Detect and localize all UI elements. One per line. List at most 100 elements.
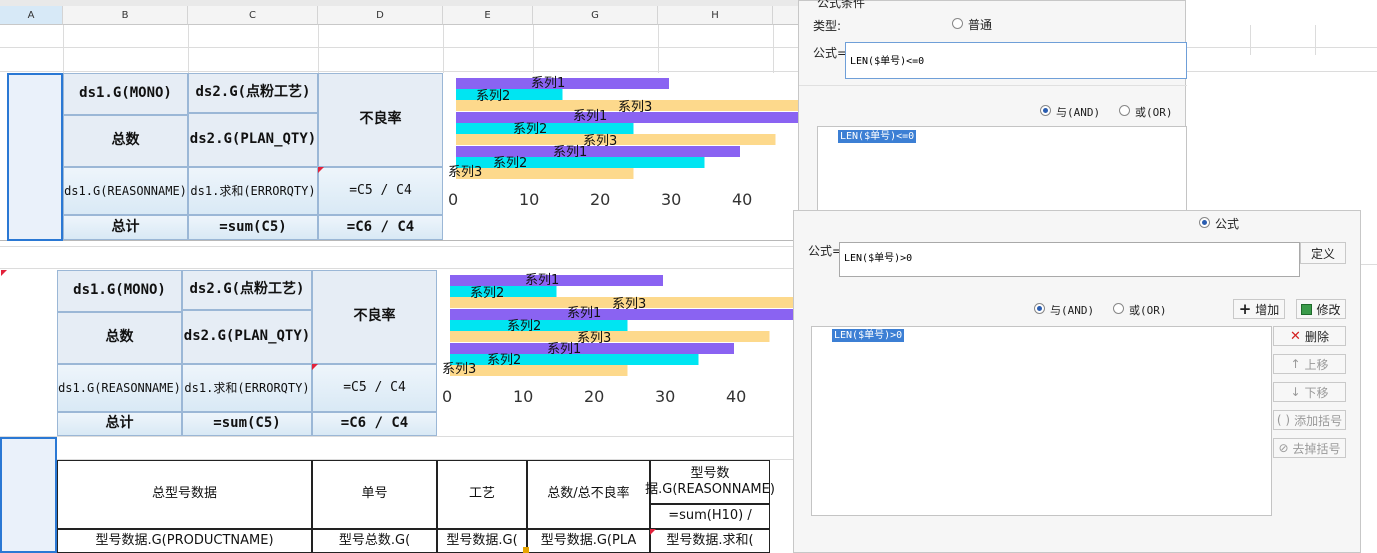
column-header-b[interactable]: B [63, 6, 188, 25]
cell-b-total[interactable]: 总数 [57, 312, 182, 364]
modify-button[interactable]: 修改 [1296, 299, 1346, 319]
selected-cell-a-top[interactable] [7, 73, 63, 241]
plus-icon: + [1238, 300, 1252, 318]
cell-c-errorqty[interactable]: ds1.求和(ERRORQTY) [182, 364, 312, 412]
cell-c-planqty[interactable]: ds2.G(PLAN_QTY) [182, 310, 312, 364]
cell-c-process[interactable]: ds2.G(点粉工艺) [188, 73, 318, 113]
cell-model-process[interactable]: 型号数据.G( [437, 529, 527, 553]
formula-input[interactable]: LEN($单号)>0 [839, 242, 1300, 277]
cell-d-total-rate[interactable]: =C6 / C4 [312, 412, 437, 436]
condition-list-item[interactable]: LEN($单号)>0 [832, 329, 905, 342]
x-tick-label: 20 [590, 190, 610, 209]
add-button[interactable]: + 增加 [1233, 299, 1285, 319]
grid-line [773, 25, 774, 73]
remove-bracket-button[interactable]: ⊘ 去掉括号 [1273, 438, 1346, 458]
cell-process-header[interactable]: 工艺 [437, 460, 527, 529]
column-header-e[interactable]: E [443, 6, 533, 25]
bar-chart-middle[interactable]: 系列1系列2系列3系列1系列2系列3系列1系列2系列30 10 20 30 40 [437, 270, 800, 415]
cell-c-errorqty[interactable]: ds1.求和(ERRORQTY) [188, 167, 318, 215]
grid-line [0, 246, 800, 247]
series-label-1-3: 系列1 [553, 145, 587, 160]
radio-normal[interactable] [952, 18, 963, 29]
selected-cell-a-bottom[interactable] [0, 437, 57, 553]
condition-list-item[interactable]: LEN($单号)<=0 [838, 130, 917, 143]
move-up-button[interactable]: ↑ 上移 [1273, 354, 1346, 374]
formula-condition-dialog-2[interactable]: 公式 公式= LEN($单号)>0 定义 与(AND) 或(OR) + 增加 修… [793, 210, 1361, 553]
cell-c-planqty[interactable]: ds2.G(PLAN_QTY) [188, 113, 318, 167]
x-tick-label: 10 [519, 190, 539, 209]
cell-c-sum[interactable]: =sum(C5) [182, 412, 312, 436]
cell-model-total[interactable]: 型号总数.G( [312, 529, 437, 553]
series-label-3-2: 系列3 [577, 331, 611, 346]
comment-marker [318, 167, 324, 173]
grid-line [443, 25, 444, 73]
formula-input-value: LEN($单号)>0 [844, 253, 913, 264]
remove-bracket-icon: ⊘ [1278, 441, 1289, 455]
cell-b-total[interactable]: 总数 [63, 115, 188, 167]
cell-d-defect-rate[interactable]: 不良率 [312, 270, 437, 364]
series-label-1-2: 系列1 [567, 306, 601, 321]
radio-or[interactable] [1119, 105, 1130, 116]
cell-h-sum[interactable]: =sum(H10) / [650, 504, 770, 529]
cell-b-grand-total[interactable]: 总计 [63, 215, 188, 240]
radio-and[interactable] [1040, 105, 1051, 116]
cell-c-sum[interactable]: =sum(C5) [188, 215, 318, 240]
add-bracket-label: 添加括号 [1294, 413, 1343, 428]
move-down-button[interactable]: ↓ 下移 [1273, 382, 1346, 402]
x-tick-label: 30 [655, 387, 675, 406]
radio-or[interactable] [1113, 303, 1124, 314]
column-header-d[interactable]: D [318, 6, 443, 25]
bar-3-3 [456, 168, 634, 179]
modify-button-label: 修改 [1316, 302, 1341, 317]
cell-a-mid[interactable] [0, 270, 56, 436]
cell-b-mono[interactable]: ds1.G(MONO) [63, 73, 188, 115]
x-tick-label: 40 [726, 387, 746, 406]
series-label-2-1: 系列2 [470, 286, 504, 301]
condition-list[interactable]: LEN($单号)>0 [811, 326, 1272, 516]
column-header-h[interactable]: H [658, 6, 773, 25]
column-header-g[interactable]: G [533, 6, 658, 25]
fill-handle-marker [523, 547, 529, 553]
cell-b-mono[interactable]: ds1.G(MONO) [57, 270, 182, 312]
move-up-label: 上移 [1304, 357, 1329, 372]
column-header-a[interactable]: A [0, 6, 63, 25]
cell-productname[interactable]: 型号数据.G(PRODUCTNAME) [57, 529, 312, 553]
cell-order-no-header[interactable]: 单号 [312, 460, 437, 529]
formula-input[interactable]: LEN($单号)<=0 [845, 42, 1187, 79]
cell-b-reasonname[interactable]: ds1.G(REASONNAME) [57, 364, 182, 412]
cell-b-grand-total[interactable]: 总计 [57, 412, 182, 436]
cell-model-pla[interactable]: 型号数据.G(PLA [527, 529, 650, 553]
formula-condition-dialog[interactable]: 公式条件 类型: 普通 公式= LEN($单号)<=0 与(AND) 或(OR)… [798, 0, 1187, 244]
column-header-c[interactable]: C [188, 6, 318, 25]
bar-chart-top[interactable]: 系列1系列2系列3系列1系列2系列3系列1系列2系列30 10 20 30 40 [443, 73, 800, 218]
add-bracket-button[interactable]: ( ) 添加括号 [1273, 410, 1346, 430]
cell-d-defect-rate[interactable]: 不良率 [318, 73, 443, 167]
cell-b-reasonname[interactable]: ds1.G(REASONNAME) [63, 167, 188, 215]
radio-formula-label: 公式 [1215, 217, 1240, 231]
series-label-2-1: 系列2 [476, 89, 510, 104]
radio-or-label: 或(OR) [1129, 304, 1167, 317]
define-button[interactable]: 定义 [1300, 242, 1346, 264]
series-label-1-3: 系列1 [547, 342, 581, 357]
grid-line [0, 268, 800, 269]
separator [799, 85, 1187, 86]
grid-line [188, 25, 189, 73]
cell-model-data-header[interactable]: 总型号数据 [57, 460, 312, 529]
cell-total-rate-header[interactable]: 总数/总不良率 [527, 460, 650, 529]
radio-normal-label: 普通 [968, 18, 993, 32]
move-down-label: 下移 [1304, 385, 1329, 400]
cell-d-formula-rate[interactable]: =C5 / C4 [318, 167, 443, 215]
grid-line [1250, 25, 1251, 55]
cell-d-formula-rate[interactable]: =C5 / C4 [312, 364, 437, 412]
cell-c-process[interactable]: ds2.G(点粉工艺) [182, 270, 312, 310]
formula-input-value: LEN($单号)<=0 [850, 56, 925, 67]
cell-reasonname-header[interactable]: 型号数据.G(REASONNAME) [645, 460, 775, 504]
radio-and[interactable] [1034, 303, 1045, 314]
delete-button[interactable]: ✕ 删除 [1273, 326, 1346, 346]
series-label-2-3: 系列2 [493, 156, 527, 171]
cell-model-sum[interactable]: 型号数据.求和( [650, 529, 770, 553]
series-label-3-1: 系列3 [618, 100, 652, 115]
radio-formula[interactable] [1199, 217, 1210, 228]
cell-d-total-rate[interactable]: =C6 / C4 [318, 215, 443, 240]
radio-and-label: 与(AND) [1050, 304, 1095, 317]
